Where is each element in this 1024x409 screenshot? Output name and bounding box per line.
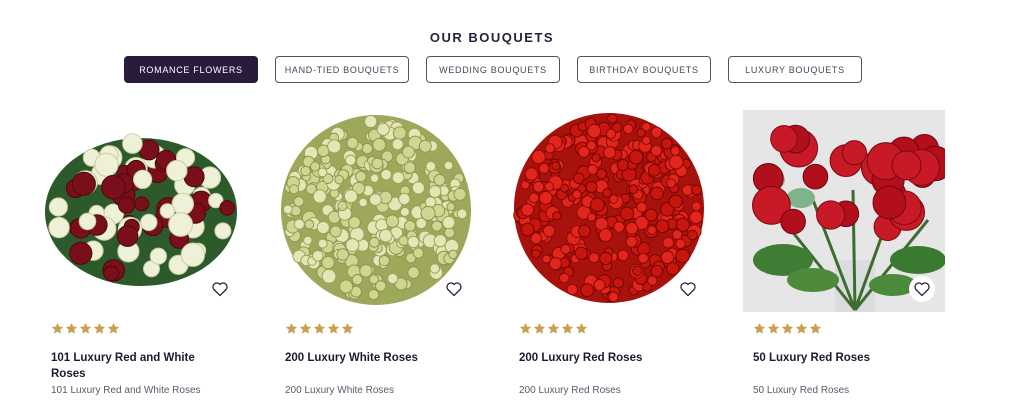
product-card[interactable]: 200 Luxury White Roses 200 Luxury White …: [275, 110, 477, 396]
star-icon: [767, 322, 780, 334]
product-image[interactable]: [275, 110, 477, 312]
rating-stars: [753, 322, 822, 335]
heart-icon: [446, 282, 462, 297]
star-icon: [547, 322, 560, 334]
star-icon: [341, 322, 354, 334]
tab-luxury-bouquets[interactable]: LUXURY BOUQUETS: [728, 56, 862, 83]
product-description: 101 Luxury Red and White Roses: [51, 385, 201, 396]
star-icon: [285, 322, 298, 334]
heart-icon: [680, 282, 696, 297]
rating-stars: [519, 322, 588, 335]
star-icon: [93, 322, 106, 334]
star-icon: [795, 322, 808, 334]
category-tabs: ROMANCE FLOWERS HAND-TIED BOUQUETS WEDDI…: [124, 56, 862, 83]
star-icon: [781, 322, 794, 334]
tab-birthday-bouquets[interactable]: BIRTHDAY BOUQUETS: [577, 56, 711, 83]
tab-hand-tied-bouquets[interactable]: HAND-TIED BOUQUETS: [275, 56, 409, 83]
heart-icon: [914, 282, 930, 297]
heart-icon: [212, 282, 228, 297]
star-icon: [299, 322, 312, 334]
product-image[interactable]: [41, 110, 243, 312]
wishlist-button[interactable]: [909, 276, 935, 302]
product-image[interactable]: [509, 110, 711, 312]
star-icon: [753, 322, 766, 334]
product-name[interactable]: 101 Luxury Red and White Roses: [51, 350, 226, 382]
product-card[interactable]: 50 Luxury Red Roses 50 Luxury Red Roses: [743, 110, 945, 396]
star-icon: [107, 322, 120, 334]
section-title: OUR BOUQUETS: [429, 30, 555, 45]
product-card[interactable]: 101 Luxury Red and White Roses 101 Luxur…: [41, 110, 243, 396]
product-description: 200 Luxury Red Roses: [519, 385, 621, 396]
rating-stars: [51, 322, 120, 335]
wishlist-button[interactable]: [207, 276, 233, 302]
wishlist-button[interactable]: [675, 276, 701, 302]
tab-wedding-bouquets[interactable]: WEDDING BOUQUETS: [426, 56, 560, 83]
star-icon: [809, 322, 822, 334]
product-description: 50 Luxury Red Roses: [753, 385, 850, 396]
star-icon: [327, 322, 340, 334]
product-name[interactable]: 200 Luxury Red Roses: [519, 350, 694, 366]
star-icon: [79, 322, 92, 334]
star-icon: [519, 322, 532, 334]
product-name[interactable]: 200 Luxury White Roses: [285, 350, 460, 366]
wishlist-button[interactable]: [441, 276, 467, 302]
star-icon: [575, 322, 588, 334]
product-image[interactable]: [743, 110, 945, 312]
product-card[interactable]: 200 Luxury Red Roses 200 Luxury Red Rose…: [509, 110, 711, 396]
product-description: 200 Luxury White Roses: [285, 385, 394, 396]
star-icon: [533, 322, 546, 334]
page: OUR BOUQUETS ROMANCE FLOWERS HAND-TIED B…: [0, 0, 1024, 409]
star-icon: [51, 322, 64, 334]
star-icon: [313, 322, 326, 334]
tab-romance-flowers[interactable]: ROMANCE FLOWERS: [124, 56, 258, 83]
star-icon: [65, 322, 78, 334]
star-icon: [561, 322, 574, 334]
product-name[interactable]: 50 Luxury Red Roses: [753, 350, 928, 366]
rating-stars: [285, 322, 354, 335]
